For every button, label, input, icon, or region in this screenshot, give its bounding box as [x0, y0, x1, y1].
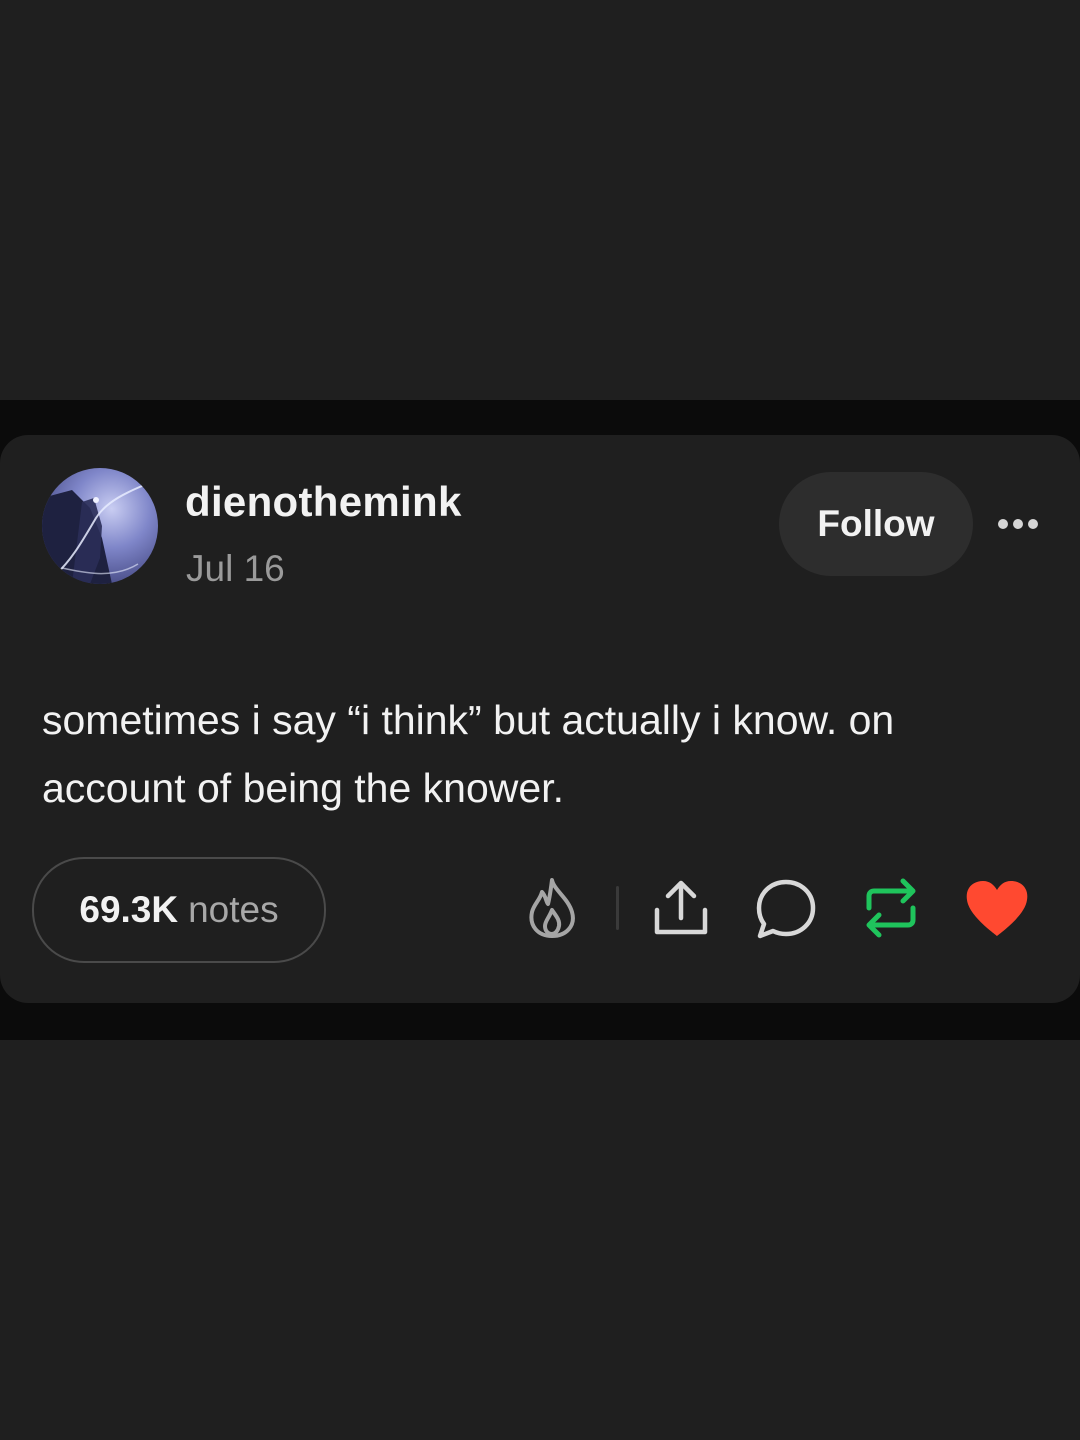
- notes-label: notes: [188, 889, 279, 930]
- action-divider: [616, 886, 619, 930]
- mountain-climber-avatar-icon: [42, 468, 158, 584]
- post-body-text: sometimes i say “i think” but actually i…: [42, 697, 895, 811]
- notes-button[interactable]: 69.3K notes: [32, 857, 326, 963]
- more-dot: [1028, 519, 1038, 529]
- heart-icon[interactable]: [965, 880, 1029, 938]
- more-dot: [1013, 519, 1023, 529]
- screen: dienothemink Jul 16 Follow sometimes i s…: [0, 0, 1080, 1440]
- username[interactable]: dienothemink: [185, 478, 462, 526]
- more-options-icon[interactable]: [990, 508, 1046, 540]
- post-date: Jul 16: [186, 548, 285, 589]
- more-dot: [998, 519, 1008, 529]
- comment-icon[interactable]: [755, 878, 817, 940]
- avatar[interactable]: [42, 468, 158, 584]
- flame-icon[interactable]: [524, 876, 580, 940]
- share-icon[interactable]: [652, 878, 710, 938]
- reblog-icon[interactable]: [861, 876, 921, 940]
- notes-count: 69.3K: [79, 889, 179, 930]
- follow-button[interactable]: Follow: [779, 472, 973, 576]
